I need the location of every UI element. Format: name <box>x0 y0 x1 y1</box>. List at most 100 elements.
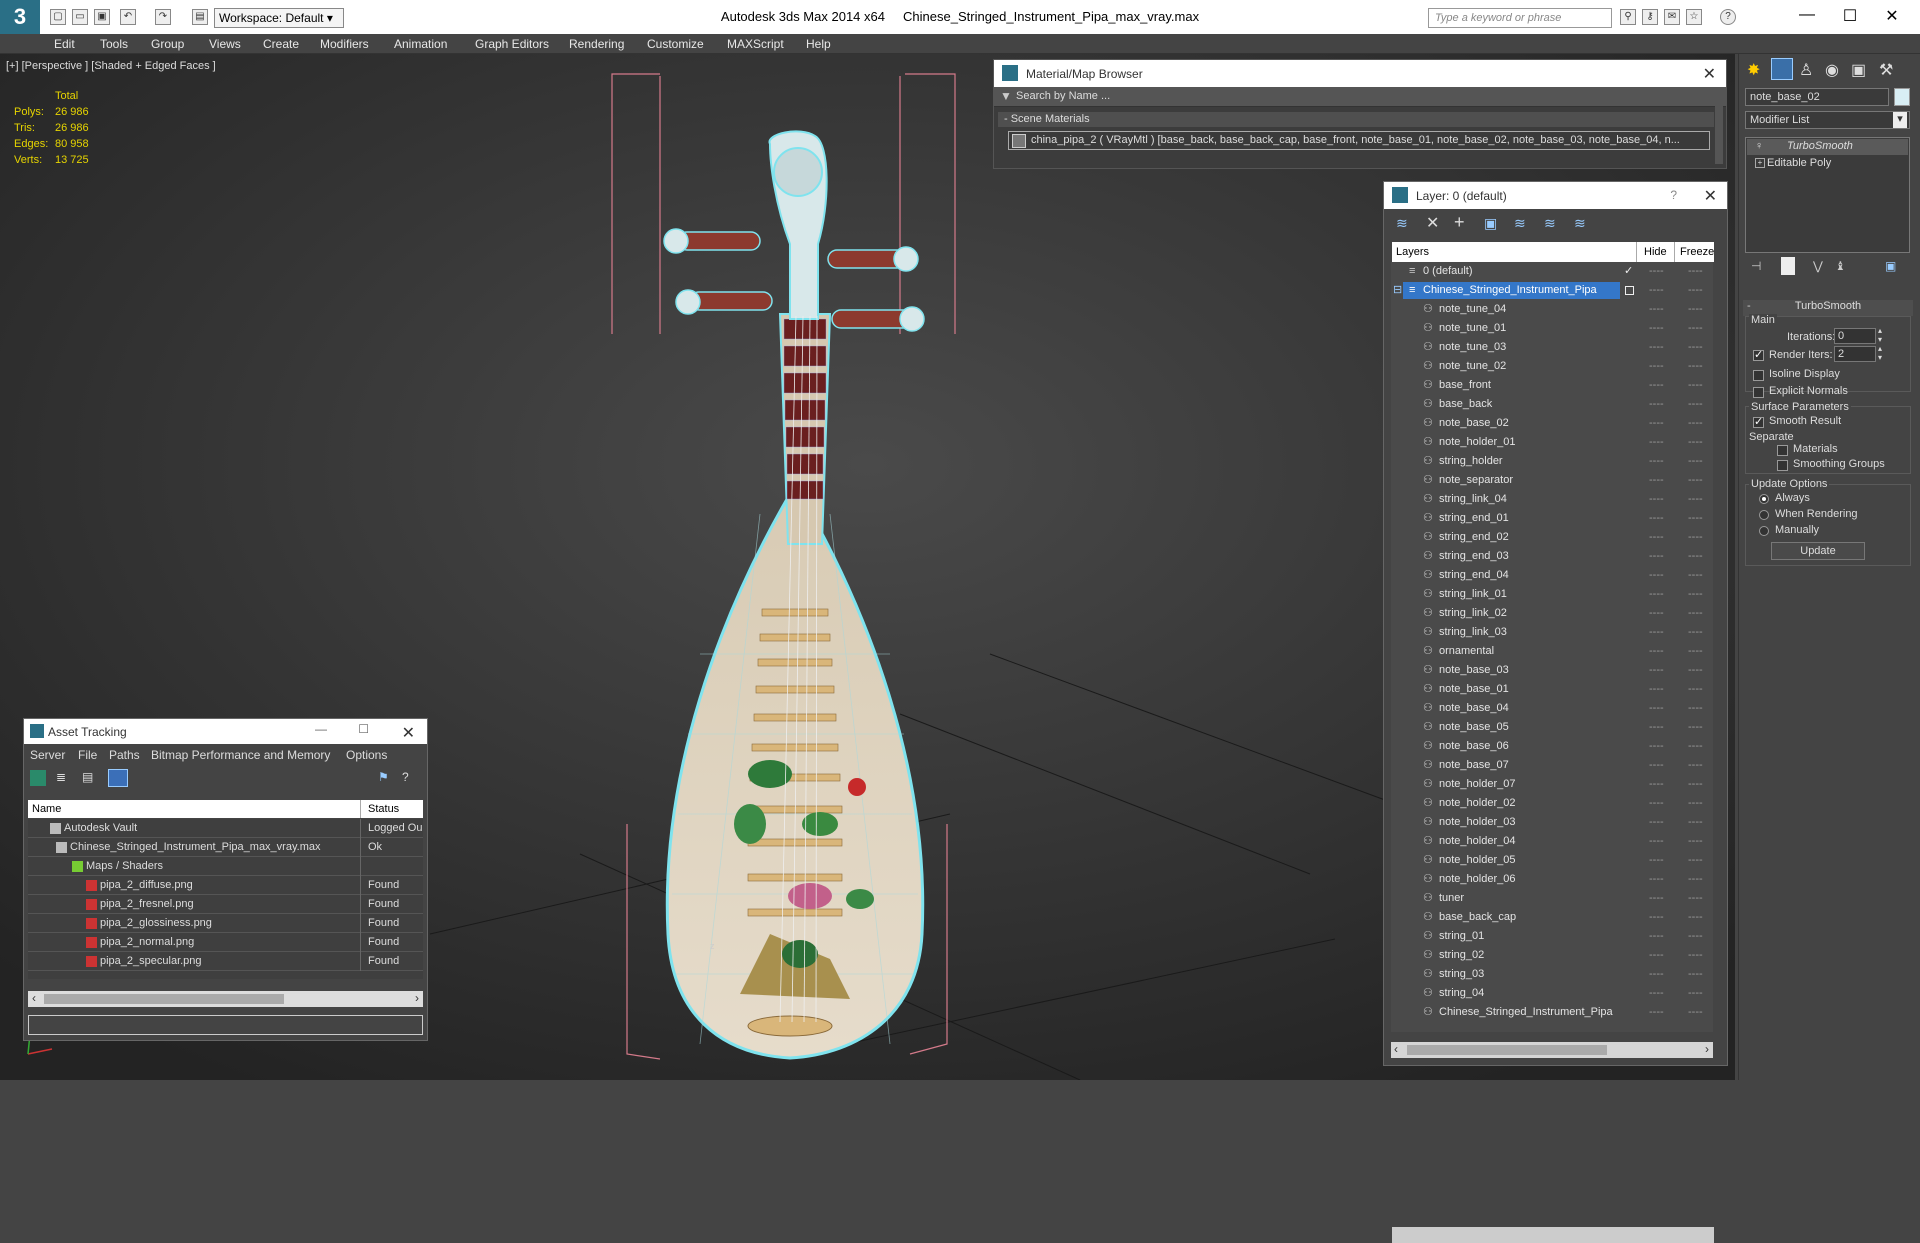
freeze-toggle[interactable]: ---- <box>1688 395 1703 414</box>
layer-object-row[interactable]: ⚇ string_04 ---- ---- <box>1391 984 1713 1003</box>
communication-icon[interactable]: ✉ <box>1664 9 1680 25</box>
hide-toggle[interactable]: ---- <box>1649 604 1664 623</box>
layer-object-row[interactable]: ⚇ string_end_04 ---- ---- <box>1391 566 1713 585</box>
freeze-toggle[interactable]: ---- <box>1688 414 1703 433</box>
scroll-right-icon[interactable]: › <box>415 991 419 1005</box>
close-icon[interactable]: ✕ <box>1703 64 1716 84</box>
freeze-toggle[interactable]: ---- <box>1688 680 1703 699</box>
hide-toggle[interactable]: ---- <box>1649 1003 1664 1022</box>
freeze-toggle[interactable]: ---- <box>1688 528 1703 547</box>
iterations-spinner[interactable]: 0 <box>1834 328 1876 344</box>
material-entry[interactable]: china_pipa_2 ( VRayMtl ) [base_back, bas… <box>1008 131 1710 150</box>
layer-object-row[interactable]: ⚇ note_base_01 ---- ---- <box>1391 680 1713 699</box>
utilities-tab-icon[interactable]: ⚒ <box>1879 60 1893 80</box>
render-iters-spinner[interactable]: 2 <box>1834 346 1876 362</box>
freeze-toggle[interactable]: ---- <box>1688 984 1703 1003</box>
col-layers[interactable]: Layers <box>1396 246 1429 258</box>
search-input[interactable]: Type a keyword or phrase <box>1428 8 1612 28</box>
close-icon[interactable]: ✕ <box>1872 6 1912 26</box>
freeze-toggle[interactable]: ---- <box>1688 1003 1703 1022</box>
layer-object-row[interactable]: ⚇ string_03 ---- ---- <box>1391 965 1713 984</box>
hide-toggle[interactable]: ---- <box>1649 908 1664 927</box>
hide-toggle[interactable]: ---- <box>1649 490 1664 509</box>
modifier-list-dropdown[interactable]: Modifier List ▾ <box>1745 111 1910 129</box>
asset-row[interactable]: pipa_2_diffuse.png Found <box>28 876 423 895</box>
collapse-icon[interactable]: ⊟ <box>1393 281 1402 300</box>
hide-toggle[interactable]: ---- <box>1649 300 1664 319</box>
show-end-result-icon[interactable] <box>1781 257 1795 275</box>
hide-toggle[interactable]: ---- <box>1649 395 1664 414</box>
spinner-arrows-icon[interactable]: ▴ ▾ <box>1878 344 1882 362</box>
hide-toggle[interactable]: ---- <box>1649 528 1664 547</box>
tree-view-icon[interactable]: ▤ <box>82 770 93 784</box>
material-search-bar[interactable]: ▼ Search by Name ... <box>994 87 1726 107</box>
spinner-arrows-icon[interactable]: ▴ ▾ <box>1878 326 1882 344</box>
freeze-toggle[interactable]: ---- <box>1688 756 1703 775</box>
motion-tab-icon[interactable]: ◉ <box>1825 60 1839 80</box>
layer-object-row[interactable]: ⚇ note_base_05 ---- ---- <box>1391 718 1713 737</box>
layer-object-row[interactable]: ⚇ note_holder_02 ---- ---- <box>1391 794 1713 813</box>
hide-toggle[interactable]: ---- <box>1649 851 1664 870</box>
freeze-toggle[interactable]: ---- <box>1688 547 1703 566</box>
freeze-toggle[interactable]: ---- <box>1688 357 1703 376</box>
when-rendering-radio[interactable] <box>1759 510 1769 520</box>
freeze-toggle[interactable]: ---- <box>1688 927 1703 946</box>
layer-h-scrollbar[interactable] <box>1392 1227 1714 1243</box>
layer-object-row[interactable]: ⚇ base_back_cap ---- ---- <box>1391 908 1713 927</box>
hide-toggle[interactable]: ---- <box>1649 376 1664 395</box>
layer-object-row[interactable]: ⚇ Chinese_Stringed_Instrument_Pipa ---- ---… <box>1391 1003 1713 1022</box>
layer-row[interactable]: ⊟ ≡ Chinese_Stringed_Instrument_Pipa ---- --… <box>1391 281 1713 300</box>
refresh-icon[interactable] <box>30 770 46 786</box>
explicit-normals-checkbox[interactable] <box>1753 387 1764 398</box>
isoline-checkbox[interactable] <box>1753 370 1764 381</box>
layer-object-row[interactable]: ⚇ note_holder_01 ---- ---- <box>1391 433 1713 452</box>
maximize-icon[interactable]: ☐ <box>358 722 369 736</box>
layer-object-row[interactable]: ⚇ string_link_02 ---- ---- <box>1391 604 1713 623</box>
freeze-toggle[interactable]: ---- <box>1688 623 1703 642</box>
col-name[interactable]: Name <box>32 803 61 815</box>
layer-object-row[interactable]: ⚇ note_holder_07 ---- ---- <box>1391 775 1713 794</box>
col-status[interactable]: Status <box>368 803 399 815</box>
menu-create[interactable]: Create <box>263 37 299 51</box>
minimize-icon[interactable]: — <box>315 722 327 736</box>
freeze-toggle[interactable]: ---- <box>1688 889 1703 908</box>
freeze-toggle[interactable]: ---- <box>1688 699 1703 718</box>
material-search-input[interactable]: Search by Name ... <box>1016 90 1110 102</box>
layer-object-row[interactable]: ⚇ note_tune_03 ---- ---- <box>1391 338 1713 357</box>
hide-toggle[interactable]: ---- <box>1649 509 1664 528</box>
layer-object-row[interactable]: ⚇ note_holder_04 ---- ---- <box>1391 832 1713 851</box>
smooth-result-checkbox[interactable] <box>1753 415 1764 428</box>
asset-menu-server[interactable]: Server <box>30 748 65 762</box>
hide-toggle[interactable]: ---- <box>1649 680 1664 699</box>
scroll-left-icon[interactable]: ‹ <box>1394 1042 1398 1056</box>
freeze-toggle[interactable]: ---- <box>1688 965 1703 984</box>
freeze-toggle[interactable]: ---- <box>1688 262 1703 281</box>
menu-graph-editors[interactable]: Graph Editors <box>475 37 549 51</box>
menu-tools[interactable]: Tools <box>100 37 128 51</box>
freeze-toggle[interactable]: ---- <box>1688 718 1703 737</box>
hide-toggle[interactable]: ---- <box>1649 433 1664 452</box>
layer-object-row[interactable]: ⚇ note_base_06 ---- ---- <box>1391 737 1713 756</box>
hide-toggle[interactable]: ---- <box>1649 813 1664 832</box>
asset-menu-paths[interactable]: Paths <box>109 748 140 762</box>
layer-object-row[interactable]: ⚇ string_link_04 ---- ---- <box>1391 490 1713 509</box>
maximize-icon[interactable]: ☐ <box>1830 6 1870 26</box>
freeze-toggle[interactable]: ---- <box>1688 509 1703 528</box>
remove-modifier-icon[interactable]: ♝ <box>1835 259 1846 273</box>
col-freeze[interactable]: Freeze <box>1680 246 1714 258</box>
freeze-toggle[interactable]: ---- <box>1688 300 1703 319</box>
subscription-icon[interactable]: ⚷ <box>1642 9 1658 25</box>
layer-object-row[interactable]: ⚇ note_tune_04 ---- ---- <box>1391 300 1713 319</box>
hide-toggle[interactable]: ---- <box>1649 357 1664 376</box>
layer-manager-titlebar[interactable]: Layer: 0 (default) ? ✕ <box>1384 182 1727 209</box>
select-objects-icon[interactable]: ▣ <box>1484 215 1497 232</box>
asset-h-scrollbar[interactable]: ‹ › <box>28 991 423 1007</box>
hide-toggle[interactable]: ---- <box>1649 737 1664 756</box>
freeze-toggle[interactable]: ---- <box>1688 281 1703 300</box>
search-options-icon[interactable]: ▼ <box>1000 89 1012 103</box>
hide-toggle[interactable]: ---- <box>1649 889 1664 908</box>
col-hide[interactable]: Hide <box>1644 246 1667 258</box>
delete-layer-icon[interactable]: ✕ <box>1426 213 1439 233</box>
add-to-layer-icon[interactable]: + <box>1454 212 1465 233</box>
hide-toggle[interactable]: ---- <box>1649 756 1664 775</box>
